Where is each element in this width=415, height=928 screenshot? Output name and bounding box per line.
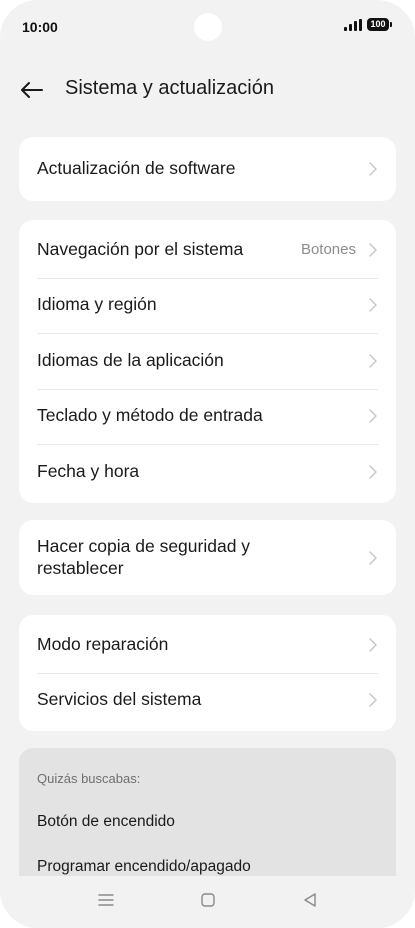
row-backup-reset[interactable]: Hacer copia de seguridad y restablecer: [19, 520, 396, 595]
row-label: Hacer copia de seguridad y restablecer: [37, 535, 251, 578]
chevron-right-icon: [368, 692, 378, 708]
battery-level: 100: [370, 19, 386, 29]
row-repair-mode[interactable]: Modo reparación: [19, 617, 396, 673]
row-system-services[interactable]: Servicios del sistema: [19, 672, 396, 729]
suggestions-title: Quizás buscabas:: [37, 771, 141, 786]
signal-icon: [344, 18, 362, 31]
page-header: Sistema y actualización: [0, 70, 415, 110]
page-title: Sistema y actualización: [65, 77, 274, 99]
back-button[interactable]: [16, 74, 48, 106]
home-button[interactable]: [196, 888, 220, 912]
battery-icon: 100: [367, 18, 392, 31]
row-date-time[interactable]: Fecha y hora: [19, 444, 396, 500]
row-label: Navegación por el sistema: [37, 238, 244, 259]
front-camera: [194, 13, 222, 41]
row-software-update[interactable]: Actualización de software: [19, 137, 396, 201]
status-bar: 10:00 100: [0, 0, 415, 56]
nav-back-button[interactable]: [298, 888, 322, 912]
menu-icon: [98, 894, 114, 906]
status-icons: 100: [344, 18, 392, 31]
row-label: Actualización de software: [37, 158, 236, 179]
repair-card: Modo reparación Servicios del sistema: [19, 615, 396, 731]
row-value: Botones: [300, 241, 356, 259]
chevron-right-icon: [368, 161, 378, 177]
chevron-right-icon: [368, 353, 378, 369]
chevron-right-icon: [368, 242, 378, 258]
row-language-region[interactable]: Idioma y región: [19, 277, 396, 334]
chevron-right-icon: [368, 408, 378, 424]
backup-card: Hacer copia de seguridad y restablecer: [19, 520, 396, 595]
suggestion-schedule-power[interactable]: Programar encendido/apagado: [37, 858, 251, 876]
row-app-languages[interactable]: Idiomas de la aplicación: [19, 333, 396, 389]
row-label: Idiomas de la aplicación: [37, 349, 224, 370]
suggestion-power-button[interactable]: Botón de encendido: [37, 813, 175, 831]
row-label: Idioma y región: [37, 294, 157, 315]
row-system-navigation[interactable]: Navegación por el sistema Botones: [19, 222, 396, 278]
row-keyboard-input[interactable]: Teclado y método de entrada: [19, 388, 396, 445]
chevron-right-icon: [368, 297, 378, 313]
home-icon: [201, 893, 215, 907]
status-time: 10:00: [22, 19, 58, 35]
row-label: Modo reparación: [37, 633, 169, 654]
row-label: Servicios del sistema: [37, 689, 202, 710]
back-arrow-icon: [21, 82, 43, 98]
row-label: Fecha y hora: [37, 460, 140, 481]
chevron-right-icon: [368, 550, 378, 566]
back-triangle-icon: [304, 893, 316, 907]
chevron-right-icon: [368, 637, 378, 653]
phone-screen: 10:00 100 Sistema y actualización Actual…: [0, 0, 415, 928]
chevron-right-icon: [368, 464, 378, 480]
navigation-bar: [0, 876, 415, 928]
software-card: Actualización de software: [19, 137, 396, 201]
system-card: Navegación por el sistema Botones Idioma…: [19, 220, 396, 503]
recent-apps-button[interactable]: [94, 888, 118, 912]
row-label: Teclado y método de entrada: [37, 405, 263, 426]
